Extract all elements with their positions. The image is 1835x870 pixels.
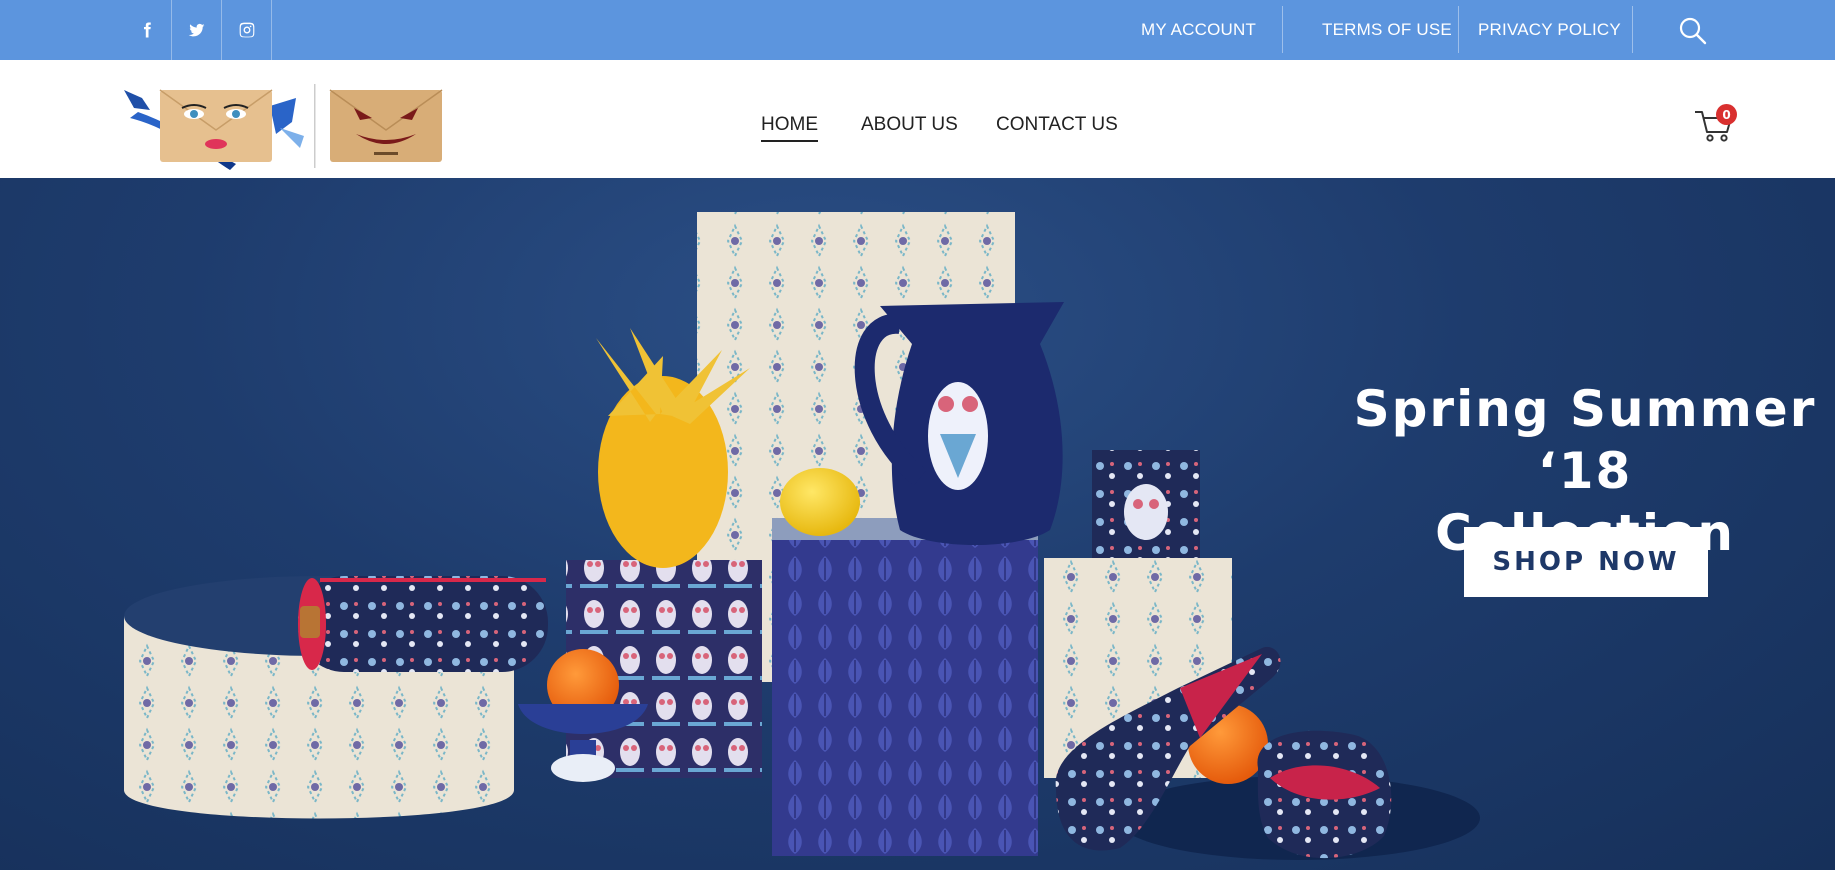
search-button[interactable] [1676, 14, 1710, 48]
twitter-link[interactable] [172, 0, 222, 60]
search-icon [1679, 17, 1707, 45]
shop-now-button[interactable]: SHOP NOW [1464, 527, 1708, 597]
divider [1282, 6, 1283, 53]
cart-count-badge: 0 [1716, 104, 1737, 125]
terms-of-use-link[interactable]: TERMS OF USE [1322, 0, 1452, 60]
hero-banner: Spring Summer ‘18 Collection SHOP NOW [0, 178, 1835, 870]
nav-contact-us[interactable]: CONTACT US [996, 114, 1118, 136]
privacy-policy-link[interactable]: PRIVACY POLICY [1478, 0, 1621, 60]
site-logo[interactable] [120, 78, 445, 173]
social-links [122, 0, 272, 60]
facebook-icon [144, 22, 151, 38]
facebook-link[interactable] [122, 0, 172, 60]
logo-image [124, 84, 443, 170]
nav-home[interactable]: HOME [761, 114, 818, 142]
nav-about-us[interactable]: ABOUT US [861, 114, 958, 136]
instagram-link[interactable] [222, 0, 272, 60]
instagram-icon [239, 22, 254, 38]
twitter-icon [188, 23, 204, 37]
divider [1632, 6, 1633, 53]
my-account-link[interactable]: MY ACCOUNT [1141, 0, 1256, 60]
site-header: HOME ABOUT US CONTACT US 0 [0, 60, 1835, 178]
divider [1458, 6, 1459, 53]
hero-title-line-1: Spring Summer ‘18 [1353, 380, 1817, 500]
top-bar: MY ACCOUNT TERMS OF USE PRIVACY POLICY [0, 0, 1835, 60]
